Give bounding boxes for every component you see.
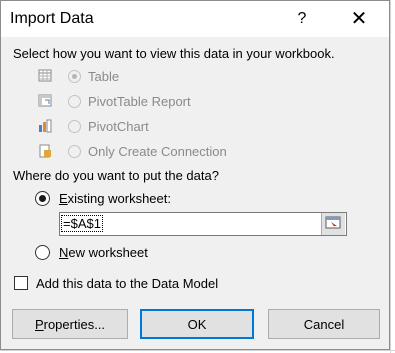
cancel-button-label: Cancel (303, 316, 345, 332)
range-select-icon (325, 216, 341, 229)
worksheet-gridline (0, 350, 395, 351)
table-radio[interactable] (68, 70, 81, 83)
new-worksheet-radio[interactable] (35, 245, 50, 260)
pivottable-radio[interactable] (68, 95, 81, 108)
new-worksheet-label-text: ew worksheet (68, 245, 148, 260)
pivottable-icon (38, 94, 52, 107)
new-worksheet-label: New worksheet (59, 245, 148, 260)
connection-radio[interactable] (68, 145, 81, 158)
pivotchart-option-label: PivotChart (88, 119, 149, 134)
pivottable-option-label: PivotTable Report (88, 94, 191, 109)
data-model-label: Add this data to the Data Model (36, 276, 219, 291)
accelerator-key: E (59, 191, 68, 206)
table-icon (38, 69, 52, 82)
collapse-dialog-button[interactable] (321, 213, 345, 235)
pivotchart-radio[interactable] (68, 120, 81, 133)
data-model-checkbox[interactable] (14, 276, 28, 290)
import-data-dialog: Import Data ? ✕ Select how you want to v… (0, 0, 390, 350)
pivotchart-icon (39, 119, 52, 133)
close-button[interactable]: ✕ (344, 6, 374, 32)
cancel-button[interactable]: Cancel (268, 309, 380, 339)
title-bar: Import Data ? ✕ (1, 1, 389, 37)
properties-button[interactable]: Properties... (12, 309, 128, 339)
connection-option-label: Only Create Connection (88, 144, 227, 159)
location-prompt: Where do you want to put the data? (13, 168, 219, 183)
dialog-title: Import Data (10, 10, 94, 27)
accelerator-key: N (59, 245, 69, 260)
help-button[interactable]: ? (290, 6, 314, 32)
cell-reference-value: =$A$1 (61, 215, 103, 232)
accelerator-key: P (34, 316, 44, 332)
ok-button[interactable]: OK (140, 309, 254, 339)
existing-worksheet-radio[interactable] (35, 191, 50, 206)
table-option-label: Table (88, 69, 120, 84)
existing-worksheet-label-text: xisting worksheet: (67, 191, 171, 206)
ok-button-label: OK (187, 316, 207, 332)
properties-button-label: roperties... (43, 316, 106, 332)
connection-icon (39, 144, 51, 158)
worksheet-gridline (390, 0, 391, 353)
cell-reference-input[interactable]: =$A$1 (59, 212, 347, 236)
existing-worksheet-label: Existing worksheet: (59, 191, 171, 206)
view-prompt: Select how you want to view this data in… (13, 46, 335, 61)
